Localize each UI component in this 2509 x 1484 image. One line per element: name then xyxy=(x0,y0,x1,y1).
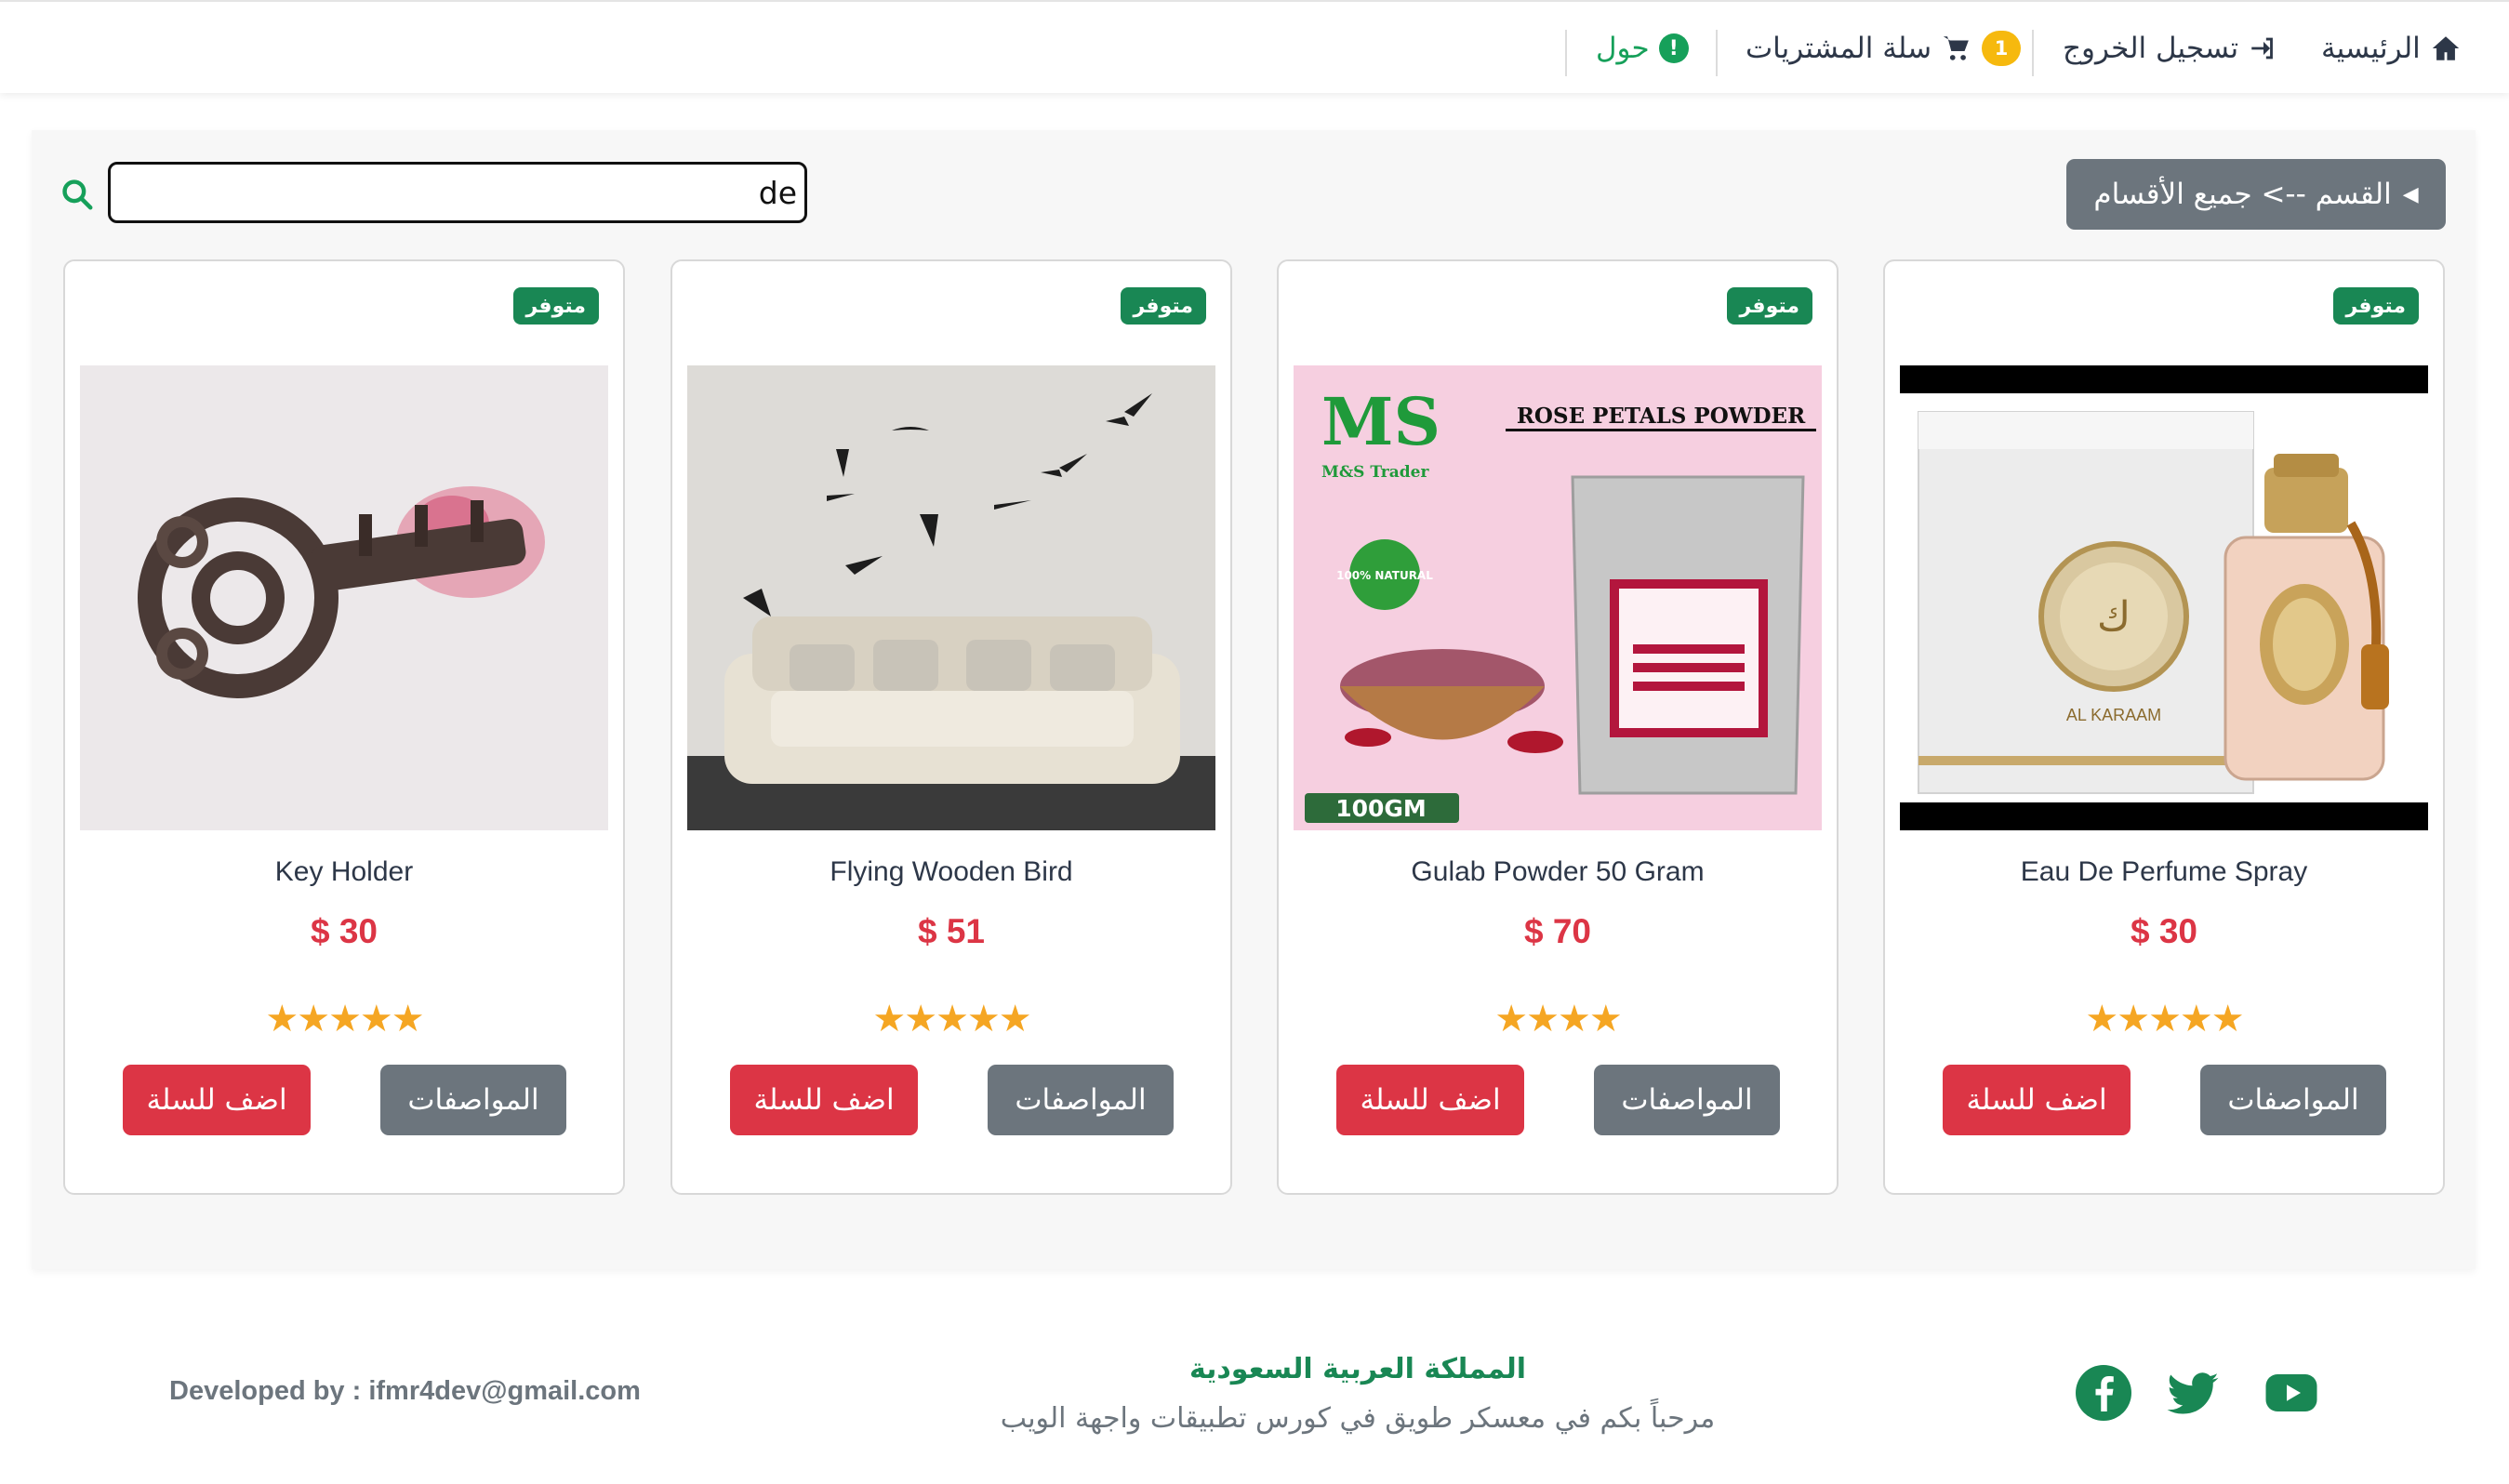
nav-cart-label: سلة المشتريات xyxy=(1746,32,1932,65)
rose-brand-text: M&S Trader xyxy=(1321,463,1429,482)
nav-about-link[interactable]: ! حول xyxy=(1596,26,1689,71)
home-icon xyxy=(2432,36,2459,60)
info-icon: ! xyxy=(1658,33,1689,63)
footer-welcome: مرحباً بكم في معسكر طويق في كورس تطبيقات… xyxy=(1000,1402,1716,1435)
in-stock-badge: متوفر xyxy=(2332,287,2419,325)
svg-text:ك: ك xyxy=(2097,593,2131,641)
product-name: Gulab Powder 50 Gram xyxy=(1411,856,1705,887)
add-to-cart-button[interactable]: اضف للسلة xyxy=(730,1065,918,1135)
svg-text:MS: MS xyxy=(1321,383,1440,460)
specs-button[interactable]: المواصفات xyxy=(380,1065,566,1135)
nav-logout-label: تسجيل الخروج xyxy=(2063,32,2239,65)
add-to-cart-button[interactable]: اضف للسلة xyxy=(123,1065,311,1135)
sign-out-icon xyxy=(2251,37,2274,60)
product-image-perfume[interactable]: ك AL KARAAM xyxy=(1900,365,2428,830)
category-dropdown-button[interactable]: ◀ القسم --> جميع الأقسام xyxy=(2066,159,2446,230)
nav-about-label: حول xyxy=(1596,32,1650,65)
developer-credit: Developed by : ifmr4dev@gmail.com xyxy=(169,1376,641,1406)
in-stock-badge: متوفر xyxy=(1120,287,1206,325)
nav-divider xyxy=(2032,30,2034,76)
product-price: $ 51 xyxy=(917,912,985,950)
rating-stars: ★★★★★ xyxy=(265,998,424,1040)
rose-natural-text: 100% NATURAL xyxy=(1336,569,1433,582)
footer-country: المملكة العربية السعودية xyxy=(1188,1353,1527,1385)
in-stock-badge: متوفر xyxy=(1726,287,1812,325)
product-card: متوفر Flying Wooden Bird $ 51 ★★★★★ اضف … xyxy=(670,259,1232,1195)
product-card: متوفر ROSE PETALS POWDER MS M&S Trader 1… xyxy=(1277,259,1839,1195)
product-name: Key Holder xyxy=(274,856,414,887)
product-price: $ 30 xyxy=(2130,912,2197,950)
search-icon[interactable] xyxy=(60,177,95,212)
rose-weight-text: 100GM xyxy=(1335,795,1427,822)
in-stock-badge: متوفر xyxy=(512,287,599,325)
product-card: متوفر ك AL KARAAM Eau De Perfume Spray $… xyxy=(1883,259,2445,1195)
rose-header-text: ROSE PETALS POWDER xyxy=(1517,404,1806,429)
product-image-rose-powder[interactable]: ROSE PETALS POWDER MS M&S Trader 100% NA… xyxy=(1294,365,1822,830)
rating-stars: ★★★★★ xyxy=(872,998,1031,1040)
product-image-key-holder[interactable] xyxy=(80,365,608,830)
product-price: $ 70 xyxy=(1523,912,1591,950)
cart-icon xyxy=(1943,36,1969,60)
cart-count-badge: 1 xyxy=(1982,31,2022,66)
product-image-wooden-bird[interactable] xyxy=(687,365,1215,830)
search-input[interactable] xyxy=(108,162,807,223)
add-to-cart-button[interactable]: اضف للسلة xyxy=(1336,1065,1524,1135)
facebook-icon[interactable] xyxy=(2076,1365,2131,1421)
category-label: القسم --> جميع الأقسام xyxy=(2093,178,2392,211)
specs-button[interactable]: المواصفات xyxy=(1594,1065,1780,1135)
specs-button[interactable]: المواصفات xyxy=(2200,1065,2386,1135)
nav-home-label: الرئيسية xyxy=(2321,32,2421,65)
rating-stars: ★★★★★ xyxy=(2085,998,2244,1040)
add-to-cart-button[interactable]: اضف للسلة xyxy=(1943,1065,2131,1135)
nav-divider xyxy=(1565,30,1567,76)
nav-home-link[interactable]: الرئيسية xyxy=(2321,26,2462,71)
twitter-icon[interactable] xyxy=(2165,1365,2221,1421)
caret-left-icon: ◀ xyxy=(2402,182,2419,206)
nav-divider xyxy=(1716,30,1718,76)
nav-cart-link[interactable]: 1 سلة المشتريات xyxy=(1746,26,2022,71)
perfume-brand-text: AL KARAAM xyxy=(2066,706,2161,724)
specs-button[interactable]: المواصفات xyxy=(988,1065,1174,1135)
product-price: $ 30 xyxy=(310,912,378,950)
nav-logout-link[interactable]: تسجيل الخروج xyxy=(2063,26,2279,71)
youtube-icon[interactable] xyxy=(2263,1365,2319,1421)
product-name: Flying Wooden Bird xyxy=(830,856,1073,887)
rating-stars: ★★★★ xyxy=(1494,998,1622,1040)
navbar: الرئيسية تسجيل الخروج 1 سلة المشتريات ! … xyxy=(0,0,2509,93)
product-name: Eau De Perfume Spray xyxy=(2020,856,2308,887)
product-card: متوفر Key Holder $ 30 ★★★★★ اضف للسلة ال… xyxy=(63,259,625,1195)
